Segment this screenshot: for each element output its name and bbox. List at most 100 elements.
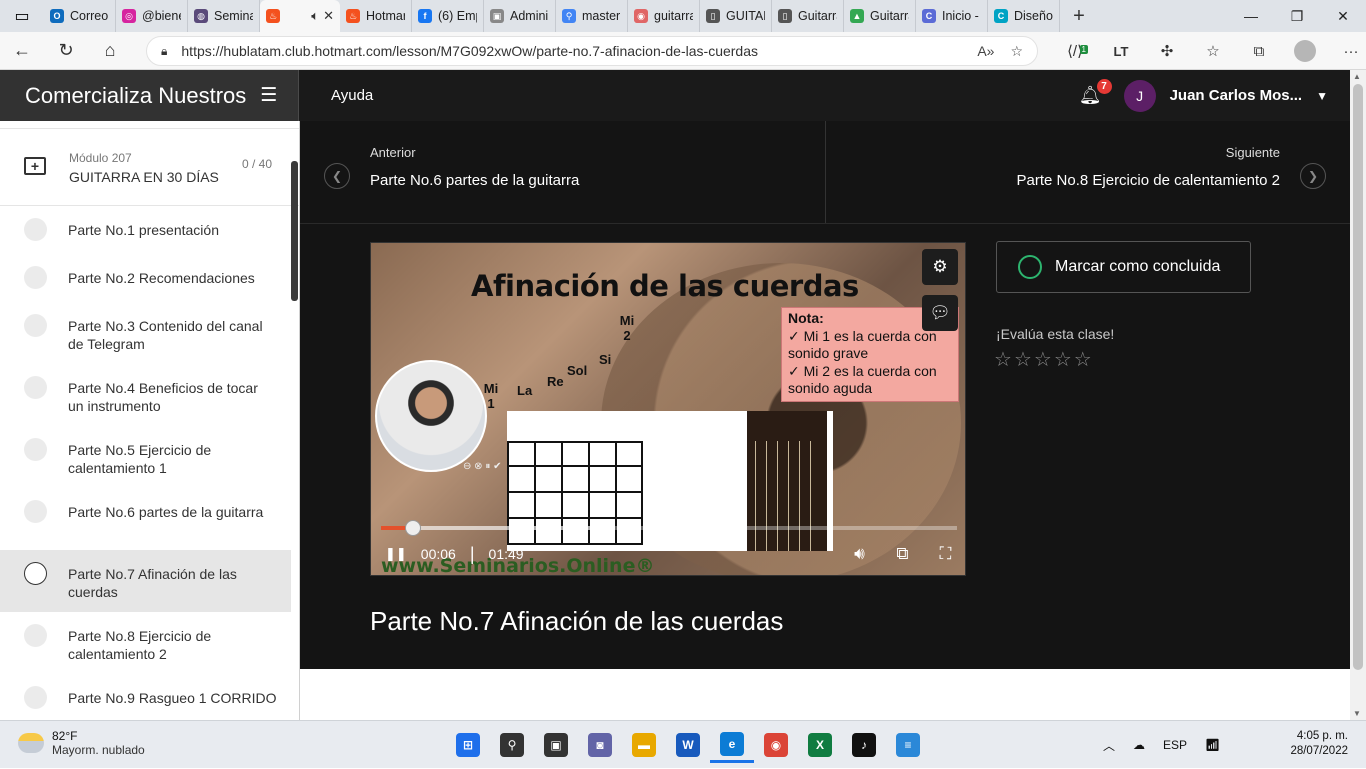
gear-icon[interactable]: ⚙ <box>922 249 958 285</box>
home-icon[interactable]: ⌂ <box>88 32 132 70</box>
task-view-icon[interactable]: ▣ <box>534 727 578 763</box>
search-icon[interactable]: ⚲ <box>490 727 534 763</box>
read-aloud-icon[interactable]: A» <box>977 43 994 59</box>
scroll-thumb[interactable] <box>1353 84 1363 670</box>
restore-button[interactable]: ❐ <box>1274 0 1320 32</box>
browser-tab[interactable]: ⚲ master <box>556 0 628 32</box>
mark-complete-button[interactable]: Marcar como concluida <box>996 241 1251 293</box>
browser-tab[interactable]: C Inicio - <box>916 0 988 32</box>
progress-bar[interactable] <box>381 520 957 536</box>
sidebar-lesson-item[interactable]: Parte No.3 Contenido del canal de Telegr… <box>0 302 299 364</box>
devtools-extension-icon[interactable]: ⟨/⟩ 1 <box>1052 42 1098 60</box>
browser-tab[interactable]: ◍ Semina <box>188 0 260 32</box>
next-lesson-link[interactable]: Siguiente Parte No.8 Ejercicio de calent… <box>826 121 1351 223</box>
close-window-button[interactable]: ✕ <box>1320 0 1366 32</box>
browser-tab[interactable]: f (6) Emp <box>412 0 484 32</box>
profile-icon[interactable] <box>1282 40 1328 62</box>
sidebar-lesson-item[interactable]: Parte No.9 Rasgueo 1 CORRIDO <box>0 674 299 720</box>
tab-actions-icon[interactable]: ▭ <box>0 0 44 32</box>
scroll-down-icon[interactable]: ▼ <box>1353 709 1361 718</box>
username[interactable]: Juan Carlos Mos... <box>1170 87 1303 104</box>
avatar[interactable]: J <box>1123 79 1156 112</box>
browser-tab[interactable]: ▯ GUITAR <box>700 0 772 32</box>
notepad-icon[interactable]: ≡ <box>886 727 930 763</box>
video-player[interactable]: Afinación de las cuerdas Nota: ✓ Mi 1 es… <box>370 242 966 576</box>
picture-in-picture-icon[interactable]: ⧉ <box>881 544 924 564</box>
lt-extension-icon[interactable]: LT <box>1098 44 1144 59</box>
clock[interactable]: 4:05 p. m. 28/07/2022 <box>1290 729 1348 759</box>
extensions-icon[interactable]: ✣ <box>1144 42 1190 60</box>
language-indicator[interactable]: ESP <box>1163 738 1187 752</box>
chevron-up-icon[interactable]: ︿ <box>1103 737 1115 754</box>
minimize-button[interactable]: — <box>1228 0 1274 32</box>
lock-icon[interactable]: 🔒︎ <box>161 44 167 59</box>
help-link[interactable]: Ayuda <box>331 87 373 104</box>
wifi-icon[interactable]: 📶︎ <box>1205 738 1220 752</box>
previous-title[interactable]: Parte No.6 partes de la guitarra <box>370 172 579 189</box>
sidebar-lesson-item[interactable]: Parte No.4 Beneficios de tocar un instru… <box>0 364 299 426</box>
fullscreen-icon[interactable]: ⛶ <box>924 544 965 564</box>
webcam-controls-icon[interactable]: ⊖ ⊗ ⏸ ✔ <box>463 461 501 472</box>
page-scrollbar[interactable]: ▲ ▼ <box>1350 70 1366 720</box>
tiktok-icon[interactable]: ♪ <box>842 727 886 763</box>
chrome-icon[interactable]: ◉ <box>754 727 798 763</box>
sidebar-lesson-item[interactable]: Parte No.7 Afinación de las cuerdas <box>0 550 291 612</box>
browser-tab[interactable]: ♨ 🔈︎ ✕ <box>260 0 340 32</box>
pause-icon[interactable]: ❚❚ <box>385 546 407 562</box>
edge-icon[interactable]: e <box>710 727 754 763</box>
teams-chat-icon[interactable]: ◙ <box>578 727 622 763</box>
browser-tab[interactable]: ◎ @biene <box>116 0 188 32</box>
browser-tab[interactable]: ▣ Admini <box>484 0 556 32</box>
url-input[interactable]: 🔒︎ https://hublatam.club.hotmart.com/les… <box>146 36 1038 66</box>
bell-icon[interactable]: 🔔︎ 7 <box>1079 79 1112 106</box>
refresh-icon[interactable]: ↻ <box>44 32 88 70</box>
chevron-right-icon[interactable]: ❯ <box>1300 163 1326 189</box>
weather-widget[interactable]: 82°F Mayorm. nublado <box>18 729 145 757</box>
word-icon[interactable]: W <box>666 727 710 763</box>
star-icon[interactable]: ☆ <box>994 347 1012 372</box>
star-icon[interactable]: ☆ <box>1054 347 1072 372</box>
string-label-sol: Sol <box>567 363 588 378</box>
url-text[interactable]: https://hublatam.club.hotmart.com/lesson… <box>181 43 961 59</box>
lesson-status-icon <box>24 624 47 647</box>
speaker-icon[interactable]: 🔈︎ <box>311 8 319 24</box>
star-icon[interactable]: ☆ <box>1074 347 1092 372</box>
scroll-up-icon[interactable]: ▲ <box>1353 72 1361 81</box>
hamburger-menu-icon[interactable]: ☰ <box>260 84 277 107</box>
sidebar-lesson-item[interactable]: Parte No.2 Recomendaciones <box>0 254 299 302</box>
browser-tab[interactable]: ♨ Hotmar <box>340 0 412 32</box>
module-header[interactable]: + Módulo 207 GUITARRA EN 30 DÍAS 0 / 40 <box>0 129 299 206</box>
progress-thumb[interactable] <box>404 520 421 536</box>
new-tab-button[interactable]: + <box>1060 0 1098 32</box>
string-label-si: Si <box>599 352 612 367</box>
previous-lesson-link[interactable]: ❮ Anterior Parte No.6 partes de la guita… <box>300 121 826 223</box>
windows-start-icon[interactable]: ⊞ <box>446 727 490 763</box>
add-favorite-icon[interactable]: ☆ <box>1010 43 1023 60</box>
back-icon[interactable]: ← <box>0 32 44 70</box>
file-explorer-icon[interactable]: ▬ <box>622 727 666 763</box>
chevron-down-icon[interactable]: ▼ <box>1316 89 1328 103</box>
onedrive-cloud-icon[interactable]: ☁ <box>1133 738 1145 752</box>
browser-tab[interactable]: ▲ Guitarra <box>844 0 916 32</box>
browser-tab[interactable]: C Diseño <box>988 0 1060 32</box>
sidebar-lesson-item[interactable]: Parte No.6 partes de la guitarra <box>0 488 299 550</box>
star-icon[interactable]: ☆ <box>1034 347 1052 372</box>
chevron-left-icon[interactable]: ❮ <box>324 163 350 189</box>
star-icon[interactable]: ☆ <box>1014 347 1032 372</box>
collections-icon[interactable]: ⧉ <box>1236 43 1282 60</box>
sidebar-lesson-item[interactable]: Parte No.8 Ejercicio de calentamiento 2 <box>0 612 299 674</box>
browser-tab[interactable]: ▯ Guitarra <box>772 0 844 32</box>
sidebar-lesson-item[interactable]: Parte No.5 Ejercicio de calentamiento 1 <box>0 426 299 488</box>
feedback-icon[interactable]: 💬︎ <box>922 295 958 331</box>
more-options-icon[interactable]: ··· <box>1328 43 1366 60</box>
browser-tab[interactable]: ◉ guitarra <box>628 0 700 32</box>
sidebar-scrollbar[interactable] <box>291 161 298 301</box>
rating-stars: ☆ ☆ ☆ ☆ ☆ <box>994 347 1094 372</box>
next-title[interactable]: Parte No.8 Ejercicio de calentamiento 2 <box>1017 172 1280 189</box>
close-tab-icon[interactable]: ✕ <box>323 8 334 24</box>
favorites-icon[interactable]: ☆ <box>1190 42 1236 60</box>
volume-icon[interactable]: 🔊︎ <box>838 544 881 564</box>
browser-tab[interactable]: O Correo: <box>44 0 116 32</box>
sidebar-lesson-item[interactable]: Parte No.1 presentación <box>0 206 299 254</box>
excel-icon[interactable]: X <box>798 727 842 763</box>
